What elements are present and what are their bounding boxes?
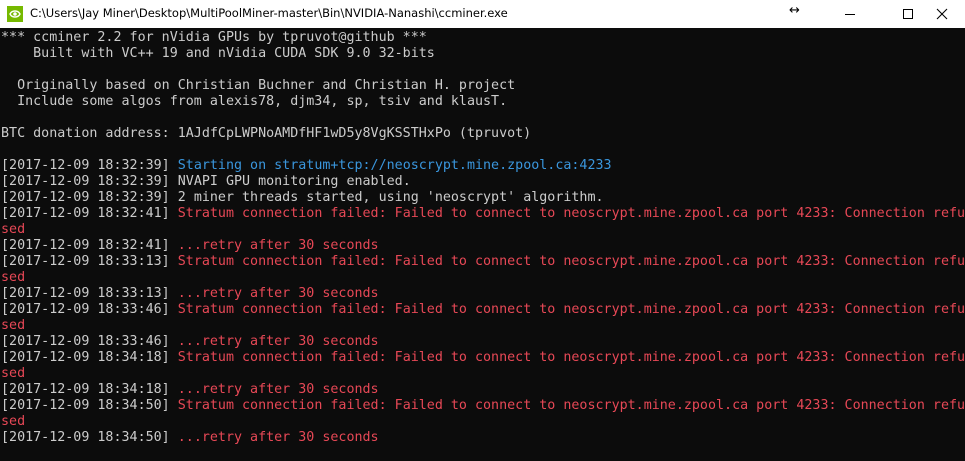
log-line: sed <box>1 414 25 430</box>
log-message: sed <box>1 414 26 429</box>
log-message: ...retry after 30 seconds <box>177 430 379 445</box>
close-icon <box>936 8 948 20</box>
log-message: Stratum connection failed: Failed to con… <box>177 398 965 413</box>
log-line: sed <box>1 318 25 334</box>
title-bar[interactable]: C:\Users\Jay Miner\Desktop\MultiPoolMine… <box>0 0 965 28</box>
log-timestamp: [2017-12-09 18:34:50] <box>1 398 178 413</box>
log-message: Starting on stratum+tcp://neoscrypt.mine… <box>177 158 612 173</box>
log-timestamp: [2017-12-09 18:33:13] <box>1 254 178 269</box>
log-timestamp: [2017-12-09 18:34:18] <box>1 350 178 365</box>
nvidia-app-icon <box>7 6 23 22</box>
log-line: [2017-12-09 18:34:18] Stratum connection… <box>1 350 965 366</box>
log-message: Stratum connection failed: Failed to con… <box>177 206 965 221</box>
console-header-line: *** ccminer 2.2 for nVidia GPUs by tpruv… <box>1 30 427 45</box>
log-message: Stratum connection failed: Failed to con… <box>177 254 965 269</box>
resize-arrows-icon: ↔ <box>789 3 800 18</box>
log-line: sed <box>1 270 25 286</box>
log-line: sed <box>1 222 25 238</box>
log-line: [2017-12-09 18:32:39] Starting on stratu… <box>1 158 612 174</box>
log-timestamp: [2017-12-09 18:33:46] <box>1 302 178 317</box>
log-line: [2017-12-09 18:32:39] 2 miner threads st… <box>1 190 604 206</box>
console-header-line: Include some algos from alexis78, djm34,… <box>1 94 508 109</box>
minimize-icon <box>845 14 855 15</box>
log-line: [2017-12-09 18:34:50] Stratum connection… <box>1 398 965 414</box>
log-message: sed <box>1 270 26 285</box>
log-line: [2017-12-09 18:33:46] ...retry after 30 … <box>1 334 379 350</box>
log-timestamp: [2017-12-09 18:33:13] <box>1 286 178 301</box>
log-message: sed <box>1 222 26 237</box>
log-line: [2017-12-09 18:32:39] NVAPI GPU monitori… <box>1 174 411 190</box>
log-message: ...retry after 30 seconds <box>177 334 379 349</box>
log-message: Stratum connection failed: Failed to con… <box>177 350 965 365</box>
log-timestamp: [2017-12-09 18:34:18] <box>1 382 178 397</box>
console-window: C:\Users\Jay Miner\Desktop\MultiPoolMine… <box>0 0 965 461</box>
log-line: [2017-12-09 18:33:13] Stratum connection… <box>1 254 965 270</box>
log-line: [2017-12-09 18:32:41] ...retry after 30 … <box>1 238 379 254</box>
log-timestamp: [2017-12-09 18:32:41] <box>1 206 178 221</box>
window-title: C:\Users\Jay Miner\Desktop\MultiPoolMine… <box>30 6 508 20</box>
log-message: ...retry after 30 seconds <box>177 238 379 253</box>
minimize-button[interactable] <box>827 0 873 28</box>
log-message: sed <box>1 366 26 381</box>
log-line: sed <box>1 366 25 382</box>
log-message: ...retry after 30 seconds <box>177 382 379 397</box>
log-timestamp: [2017-12-09 18:33:46] <box>1 334 178 349</box>
maximize-icon <box>903 9 913 19</box>
log-timestamp: [2017-12-09 18:32:41] <box>1 238 178 253</box>
log-message: 2 miner threads started, using 'neoscryp… <box>177 190 604 205</box>
log-timestamp: [2017-12-09 18:32:39] <box>1 158 178 173</box>
console-header-line: Built with VC++ 19 and nVidia CUDA SDK 9… <box>1 46 435 61</box>
log-timestamp: [2017-12-09 18:32:39] <box>1 190 178 205</box>
console-header-line: Originally based on Christian Buchner an… <box>1 78 516 93</box>
log-message: sed <box>1 318 26 333</box>
log-timestamp: [2017-12-09 18:32:39] <box>1 174 178 189</box>
log-line: [2017-12-09 18:33:46] Stratum connection… <box>1 302 965 318</box>
log-line: [2017-12-09 18:32:41] Stratum connection… <box>1 206 965 222</box>
close-button[interactable] <box>919 0 965 28</box>
log-message: NVAPI GPU monitoring enabled. <box>177 174 411 189</box>
log-message: Stratum connection failed: Failed to con… <box>177 302 965 317</box>
log-line: [2017-12-09 18:34:50] ...retry after 30 … <box>1 430 379 446</box>
log-message: ...retry after 30 seconds <box>177 286 379 301</box>
log-timestamp: [2017-12-09 18:34:50] <box>1 430 178 445</box>
console-output[interactable]: *** ccminer 2.2 for nVidia GPUs by tpruv… <box>0 30 965 461</box>
console-header-line: BTC donation address: 1AJdfCpLWPNoAMDfHF… <box>1 126 532 141</box>
log-line: [2017-12-09 18:34:18] ...retry after 30 … <box>1 382 379 398</box>
log-line: [2017-12-09 18:33:13] ...retry after 30 … <box>1 286 379 302</box>
